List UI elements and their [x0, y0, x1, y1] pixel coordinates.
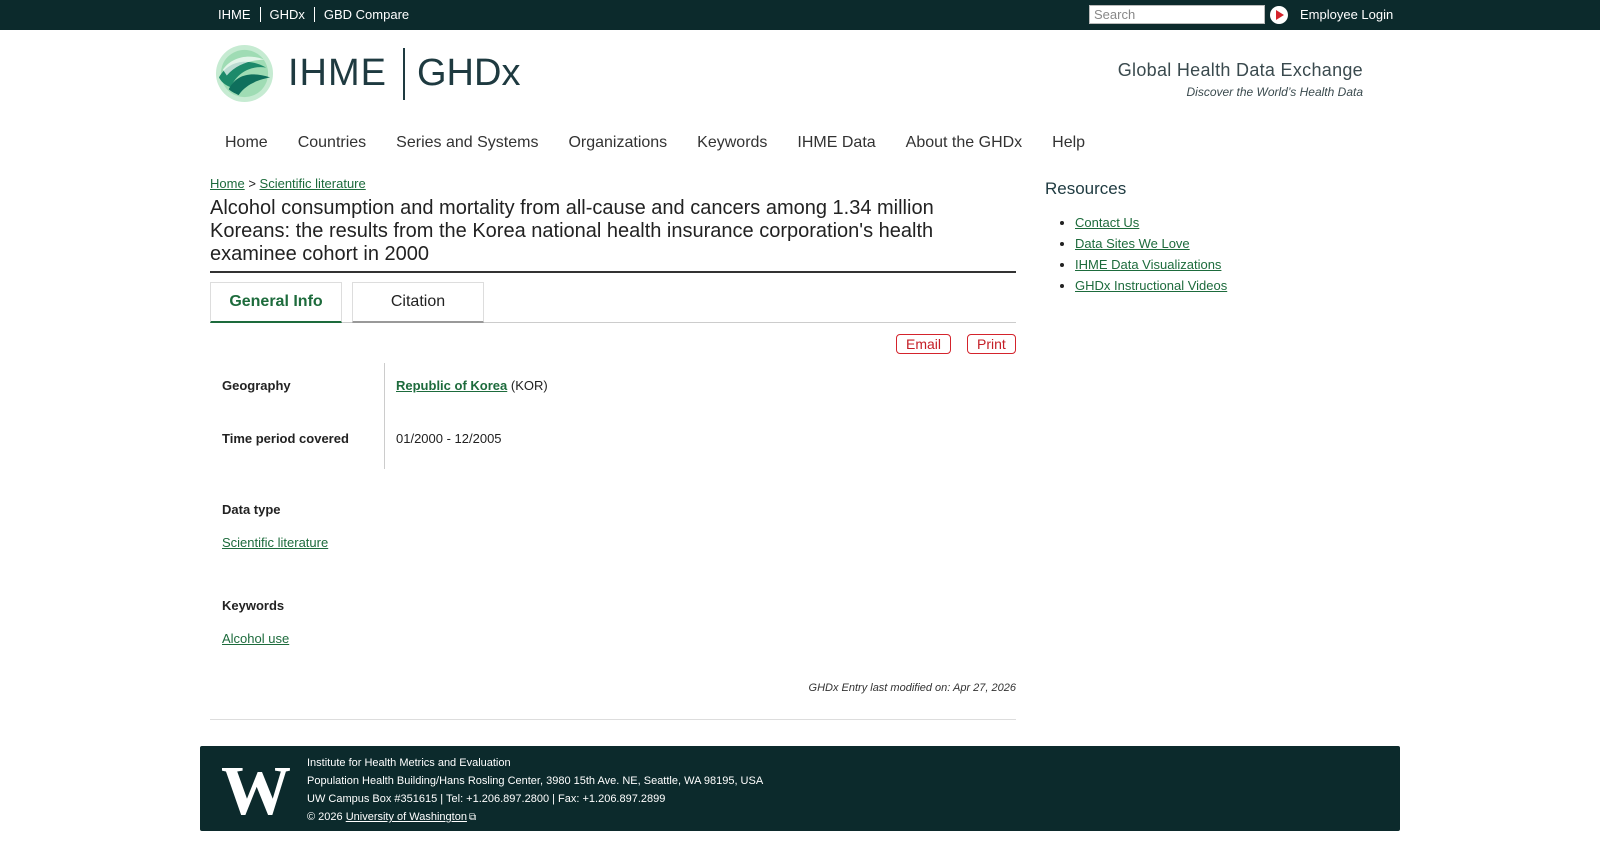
search-input[interactable] [1089, 5, 1265, 24]
resource-ihme-visualizations[interactable]: IHME Data Visualizations [1075, 257, 1221, 272]
breadcrumb-home[interactable]: Home [210, 176, 245, 191]
top-link-separator [259, 7, 261, 22]
uw-logo-icon[interactable]: W [214, 760, 298, 818]
external-link-icon: ⧉ [468, 812, 477, 823]
nav-item-help[interactable]: Help [1052, 134, 1085, 152]
footer-line-copyright: © 2026 University of Washington ⧉ [307, 808, 763, 827]
info-divider [384, 363, 385, 469]
page-title: Alcohol consumption and mortality from a… [210, 197, 1016, 273]
logo-divider [403, 48, 405, 100]
resource-contact-us[interactable]: Contact Us [1075, 215, 1139, 230]
footer-line-address: Population Health Building/Hans Rosling … [307, 775, 764, 787]
info-table: Geography Republic of Korea (KOR) Time p… [210, 363, 1016, 469]
top-link-ghdx[interactable]: GHDx [270, 7, 305, 22]
nav-item-ihme-data[interactable]: IHME Data [797, 134, 875, 152]
top-link-ihme[interactable]: IHME [218, 7, 251, 22]
last-modified-text: GHDx Entry last modified on: Apr 27, 202… [808, 682, 1016, 694]
nav-item-organizations[interactable]: Organizations [568, 134, 667, 152]
nav-item-countries[interactable]: Countries [298, 134, 366, 152]
ihme-logo-icon[interactable] [215, 44, 274, 103]
top-links: IHME GHDx GBD Compare [218, 7, 409, 22]
resource-item: Data Sites We Love [1075, 235, 1227, 256]
content-divider [210, 719, 1016, 720]
footer-text: Institute for Health Metrics and Evaluat… [307, 754, 763, 827]
keyword-link[interactable]: Alcohol use [222, 631, 289, 646]
resource-item: Contact Us [1075, 214, 1227, 235]
tagline-main: Global Health Data Exchange [1117, 60, 1363, 80]
resource-item: IHME Data Visualizations [1075, 256, 1227, 277]
search-go-icon[interactable] [1270, 6, 1288, 24]
resource-data-sites[interactable]: Data Sites We Love [1075, 236, 1190, 251]
data-type-link[interactable]: Scientific literature [222, 535, 328, 550]
geography-label: Geography [222, 378, 291, 393]
footer-copyright: © 2026 [307, 811, 343, 823]
footer: W Institute for Health Metrics and Evalu… [200, 746, 1400, 831]
resource-item: GHDx Instructional Videos [1075, 277, 1227, 298]
footer-uw-link[interactable]: University of Washington [346, 811, 467, 823]
tab-general-info[interactable]: General Info [210, 282, 342, 323]
breadcrumb-current[interactable]: Scientific literature [260, 176, 366, 191]
tab-citation[interactable]: Citation [352, 282, 484, 323]
footer-line-contact: UW Campus Box #351615 | Tel: +1.206.897.… [307, 793, 666, 805]
employee-login-link[interactable]: Employee Login [1300, 7, 1393, 22]
nav-item-home[interactable]: Home [225, 134, 268, 152]
nav-item-series-and-systems[interactable]: Series and Systems [396, 134, 538, 152]
time-period-value: 01/2000 - 12/2005 [396, 431, 502, 446]
logo-ghdx-text[interactable]: GHDx [417, 52, 520, 95]
tagline-sub: Discover the World’s Health Data [1186, 85, 1363, 99]
email-button[interactable]: Email [896, 334, 952, 354]
geography-link[interactable]: Republic of Korea [396, 378, 507, 393]
time-period-label: Time period covered [222, 431, 349, 446]
print-button[interactable]: Print [967, 334, 1016, 354]
footer-line-institute: Institute for Health Metrics and Evaluat… [307, 757, 511, 769]
resource-instructional-videos[interactable]: GHDx Instructional Videos [1075, 278, 1227, 293]
keywords-label: Keywords [222, 598, 285, 613]
top-link-gbd-compare[interactable]: GBD Compare [324, 7, 409, 22]
breadcrumb: Home > Scientific literature [210, 176, 366, 191]
main-nav: Home Countries Series and Systems Organi… [225, 134, 1115, 152]
nav-item-keywords[interactable]: Keywords [697, 134, 767, 152]
geography-value: Republic of Korea (KOR) [396, 378, 548, 393]
nav-item-about-the-ghdx[interactable]: About the GHDx [906, 134, 1023, 152]
breadcrumb-separator: > [248, 176, 256, 191]
logo-ihme-text[interactable]: IHME [288, 52, 387, 95]
data-type-label: Data type [222, 502, 281, 517]
uw-logo-letter: W [221, 760, 291, 818]
tab-bar: General Info Citation [210, 282, 1016, 323]
geography-code: (KOR) [510, 378, 548, 393]
top-bar: IHME GHDx GBD Compare Employee Login [0, 0, 1600, 30]
sidebar-heading: Resources [1045, 179, 1127, 198]
resources-list: Contact Us Data Sites We Love IHME Data … [1075, 214, 1227, 298]
top-link-separator [313, 7, 315, 22]
